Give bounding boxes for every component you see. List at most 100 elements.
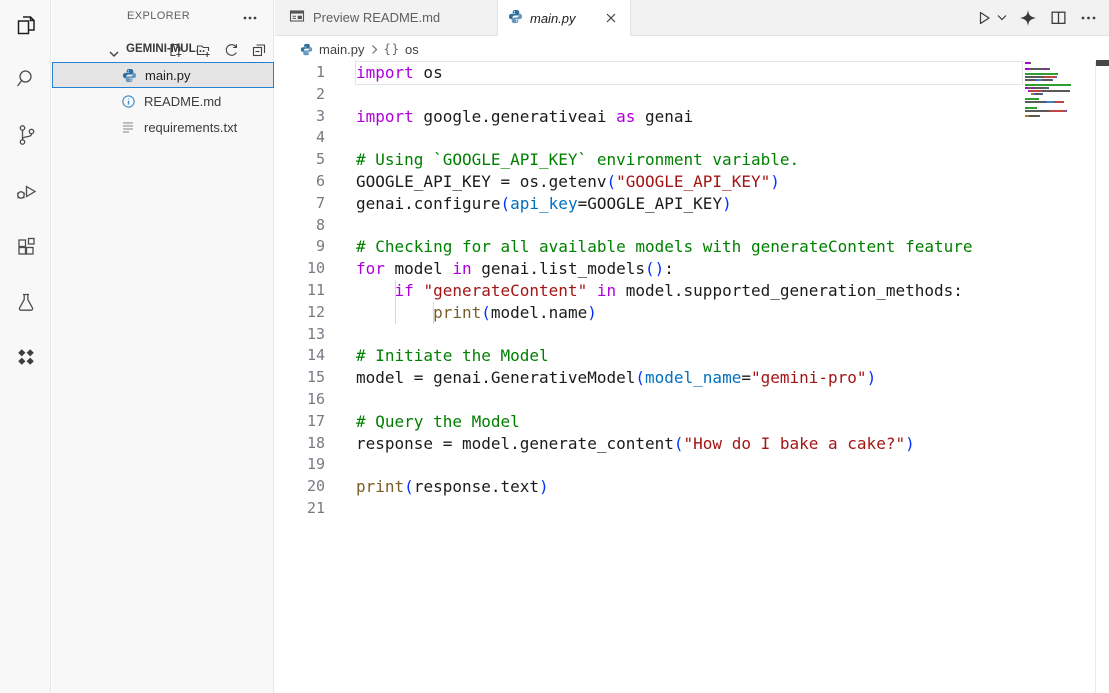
new-file-icon[interactable]	[167, 42, 183, 58]
line-number: 1	[275, 62, 325, 84]
code-line-18[interactable]: 18response = model.generate_content("How…	[275, 433, 1025, 455]
breadcrumb: main.py {} os	[275, 36, 1025, 62]
breadcrumb-symbol[interactable]: os	[405, 42, 419, 57]
tab-label: main.py	[530, 11, 576, 26]
code-line-2[interactable]: 2	[275, 84, 1025, 106]
editor-actions	[969, 0, 1103, 35]
editor-scrollbar[interactable]	[1096, 40, 1109, 693]
extensions-icon[interactable]	[13, 234, 39, 260]
more-actions-icon[interactable]	[1077, 7, 1099, 29]
overview-ruler-cursor-marker	[1096, 60, 1109, 66]
line-number: 6	[275, 171, 325, 193]
run-dropdown-icon[interactable]	[995, 7, 1009, 29]
line-number: 7	[275, 193, 325, 215]
run-and-debug-icon[interactable]	[13, 178, 39, 204]
text-file-icon	[120, 119, 136, 135]
line-number: 9	[275, 236, 325, 258]
chevron-right-icon	[371, 44, 378, 55]
info-file-icon	[120, 93, 136, 109]
line-number: 5	[275, 149, 325, 171]
python-file-icon	[121, 67, 137, 83]
line-number: 3	[275, 106, 325, 128]
line-number: 19	[275, 454, 325, 476]
code-line-15[interactable]: 15model = genai.GenerativeModel(model_na…	[275, 367, 1025, 389]
explorer-more-icon[interactable]	[241, 9, 259, 27]
testing-icon[interactable]	[13, 289, 39, 315]
collapse-all-icon[interactable]	[251, 42, 267, 58]
code-line-16[interactable]: 16	[275, 389, 1025, 411]
tab-label: Preview README.md	[313, 10, 440, 25]
file-label: README.md	[144, 94, 221, 109]
code-line-8[interactable]: 8	[275, 215, 1025, 237]
run-button[interactable]	[973, 7, 995, 29]
indent-guide	[395, 302, 396, 324]
activity-bar	[0, 0, 51, 693]
line-number: 21	[275, 498, 325, 520]
close-icon[interactable]	[602, 9, 620, 27]
sidebar-explorer: EXPLORER GEMINI-MUL...	[52, 0, 274, 693]
line-number: 17	[275, 411, 325, 433]
line-number: 4	[275, 127, 325, 149]
minimap-line	[1025, 118, 1095, 121]
explorer-icon[interactable]	[13, 12, 39, 38]
vscode-window: EXPLORER GEMINI-MUL...	[0, 0, 1109, 693]
breadcrumb-file[interactable]: main.py	[319, 42, 365, 57]
gemini-extension-icon[interactable]	[13, 344, 39, 370]
tab-main-py[interactable]: main.py	[497, 0, 631, 36]
indent-guide	[433, 302, 434, 324]
code-line-7[interactable]: 7genai.configure(api_key=GOOGLE_API_KEY)	[275, 193, 1025, 215]
code-line-9[interactable]: 9# Checking for all available models wit…	[275, 236, 1025, 258]
line-number: 18	[275, 433, 325, 455]
minimap[interactable]	[1025, 62, 1095, 121]
python-file-icon	[508, 9, 523, 27]
code-line-6[interactable]: 6GOOGLE_API_KEY = os.getenv("GOOGLE_API_…	[275, 171, 1025, 193]
code-line-4[interactable]: 4	[275, 127, 1025, 149]
line-number: 16	[275, 389, 325, 411]
file-label: main.py	[145, 68, 191, 83]
chevron-down-icon	[109, 45, 119, 63]
file-row-requirements-txt[interactable]: requirements.txt	[52, 114, 274, 140]
code-line-5[interactable]: 5# Using `GOOGLE_API_KEY` environment va…	[275, 149, 1025, 171]
python-file-icon	[300, 43, 313, 56]
code-line-1[interactable]: 1import os	[275, 62, 1025, 84]
line-number: 20	[275, 476, 325, 498]
line-number: 14	[275, 345, 325, 367]
explorer-header: EXPLORER	[52, 0, 273, 35]
indent-guide	[395, 280, 396, 302]
code-line-20[interactable]: 20print(response.text)	[275, 476, 1025, 498]
search-icon[interactable]	[13, 66, 39, 92]
code-line-14[interactable]: 14# Initiate the Model	[275, 345, 1025, 367]
file-label: requirements.txt	[144, 120, 237, 135]
section-actions	[167, 42, 267, 58]
code-line-13[interactable]: 13	[275, 324, 1025, 346]
line-number: 13	[275, 324, 325, 346]
explorer-title: EXPLORER	[127, 10, 190, 22]
line-number: 8	[275, 215, 325, 237]
file-row-main-py[interactable]: main.py	[52, 62, 274, 88]
symbol-namespace-icon: {}	[384, 42, 400, 56]
refresh-icon[interactable]	[223, 42, 239, 58]
code-line-17[interactable]: 17# Query the Model	[275, 411, 1025, 433]
code-line-12[interactable]: 12 print(model.name)	[275, 302, 1025, 324]
line-number: 11	[275, 280, 325, 302]
new-folder-icon[interactable]	[195, 42, 211, 58]
line-number: 10	[275, 258, 325, 280]
source-control-icon[interactable]	[13, 122, 39, 148]
folder-section-header[interactable]: GEMINI-MUL...	[52, 38, 273, 62]
line-number: 2	[275, 84, 325, 106]
editor-group: Preview README.md main.py	[275, 0, 1109, 693]
code-line-10[interactable]: 10for model in genai.list_models():	[275, 258, 1025, 280]
markdown-preview-icon	[289, 8, 305, 27]
tab-preview-readme[interactable]: Preview README.md	[275, 0, 497, 35]
sparkle-icon[interactable]	[1017, 7, 1039, 29]
file-row-readme-md[interactable]: README.md	[52, 88, 274, 114]
code-line-21[interactable]: 21	[275, 498, 1025, 520]
code-line-11[interactable]: 11 if "generateContent" in model.support…	[275, 280, 1025, 302]
tab-bar: Preview README.md main.py	[275, 0, 1109, 36]
code-editor[interactable]: 1import os23import google.generativeai a…	[275, 62, 1025, 520]
line-number: 12	[275, 302, 325, 324]
code-line-19[interactable]: 19	[275, 454, 1025, 476]
split-editor-icon[interactable]	[1047, 7, 1069, 29]
line-number: 15	[275, 367, 325, 389]
code-line-3[interactable]: 3import google.generativeai as genai	[275, 106, 1025, 128]
